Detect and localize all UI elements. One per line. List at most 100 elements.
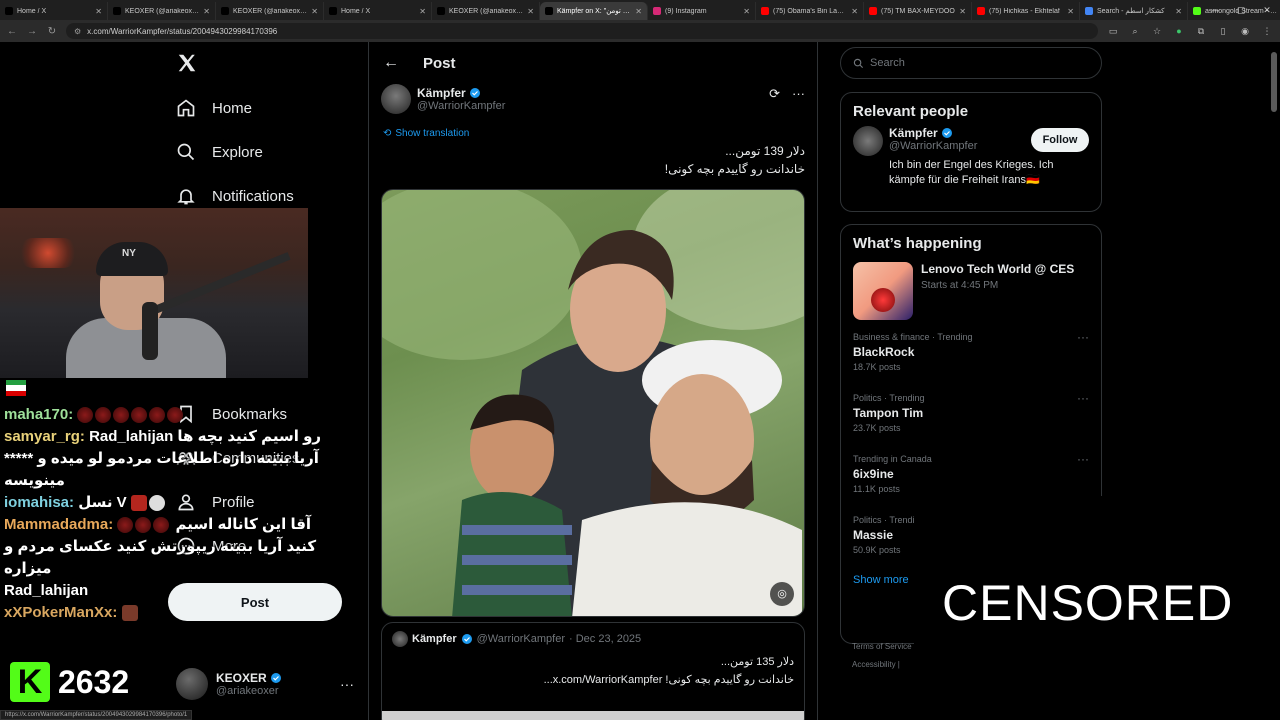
- follow-button[interactable]: Follow: [1031, 128, 1089, 152]
- sidebar-icon[interactable]: ▯: [1216, 26, 1230, 37]
- back-nav-icon[interactable]: ←: [6, 26, 18, 37]
- browser-tab-title: Home / X: [341, 7, 371, 15]
- trend-more-icon[interactable]: ···: [1077, 452, 1089, 466]
- whats-happening-title: What’s happening: [853, 235, 982, 252]
- browser-tab[interactable]: Home / X ✕: [0, 2, 108, 20]
- quote-author-name: Kämpfer: [412, 633, 457, 645]
- forward-nav-icon[interactable]: →: [26, 26, 38, 37]
- featured-event[interactable]: Lenovo Tech World @ CES Starts at 4:45 P…: [841, 258, 1101, 330]
- quoted-post[interactable]: Kämpfer @WarriorKampfer · Dec 23, 2025 د…: [381, 622, 805, 720]
- account-more-icon[interactable]: ···: [340, 676, 354, 692]
- browser-tab[interactable]: KEOXER (@ariakeoxer) / X✕: [432, 2, 540, 20]
- browser-tab[interactable]: Home / X ✕: [324, 2, 432, 20]
- browser-tab[interactable]: Kämpfer on X: "دلار ۱۳۹ تومن..." ✕: [540, 2, 648, 20]
- minimize-button[interactable]: —: [1202, 0, 1228, 20]
- close-tab-icon[interactable]: ✕: [851, 7, 858, 16]
- author-avatar[interactable]: [381, 84, 411, 114]
- search-icon: [177, 143, 195, 161]
- trend-name: 6ix9ine: [853, 467, 894, 481]
- close-tab-icon[interactable]: ✕: [1175, 7, 1182, 16]
- browser-tab[interactable]: (75) TM BAX-MEYDOO ✕: [864, 2, 972, 20]
- browser-tab[interactable]: KEOXER (@ariakeoxer) / X✕: [108, 2, 216, 20]
- browser-tab[interactable]: (75) Obama's Bin Laden ✕: [756, 2, 864, 20]
- trend-more-icon[interactable]: ···: [1077, 330, 1089, 344]
- page-scrollbar[interactable]: [1270, 42, 1278, 716]
- bookmark-star-icon[interactable]: ☆: [1150, 26, 1164, 37]
- close-tab-icon[interactable]: ✕: [527, 7, 534, 16]
- browser-tab-title: (75) TM BAX-MEYDOO: [881, 7, 955, 15]
- post-author[interactable]: Kämpfer @WarriorKampfer: [381, 84, 505, 114]
- close-tab-icon[interactable]: ✕: [95, 7, 102, 16]
- verified-badge-icon: [469, 88, 480, 98]
- trend-more-icon[interactable]: ···: [1077, 391, 1089, 405]
- person-name[interactable]: Kämpfer: [889, 126, 938, 140]
- scrollbar-thumb[interactable]: [1271, 52, 1277, 112]
- extensions-puzzle-icon[interactable]: ⧉: [1194, 26, 1208, 37]
- author-name[interactable]: Kämpfer: [417, 86, 466, 100]
- close-tab-icon[interactable]: ✕: [743, 7, 750, 16]
- browser-tab[interactable]: Search - کشکار اسطم ✕: [1080, 2, 1188, 20]
- browser-menu-icon[interactable]: ⋮: [1260, 26, 1274, 37]
- browser-tab[interactable]: (9) Instagram ✕: [648, 2, 756, 20]
- yt-favicon-icon: [761, 7, 769, 15]
- close-tab-icon[interactable]: ✕: [635, 7, 642, 16]
- chat-text: نسل V: [78, 494, 127, 511]
- chat-message: maha170:: [4, 404, 344, 426]
- person-avatar[interactable]: [853, 126, 883, 156]
- translate-icon: ⟲: [383, 128, 392, 139]
- close-window-button[interactable]: ✕: [1254, 0, 1280, 20]
- show-translation-link[interactable]: ⟲ Show translation: [383, 128, 469, 139]
- browser-tab-title: Kämpfer on X: "دلار ۱۳۹ تومن...": [557, 8, 631, 15]
- post-photo[interactable]: ◎: [381, 189, 805, 617]
- x-logo-icon[interactable]: [176, 52, 198, 74]
- account-avatar: [176, 668, 208, 700]
- quote-avatar: [392, 631, 408, 647]
- site-info-icon[interactable]: ⚙: [74, 27, 81, 36]
- cast-icon[interactable]: ▭: [1106, 26, 1120, 37]
- zoom-icon[interactable]: ⌕: [1128, 26, 1142, 37]
- reload-icon[interactable]: ↻: [46, 26, 58, 37]
- account-switcher[interactable]: KEOXER @ariakeoxer: [176, 668, 282, 700]
- post-more-icon[interactable]: ···: [792, 86, 805, 102]
- microphone-icon: [142, 302, 158, 360]
- close-tab-icon[interactable]: ✕: [959, 7, 966, 16]
- censored-overlay: CENSORED: [914, 496, 1280, 712]
- nav-explore[interactable]: Explore: [176, 142, 263, 162]
- search-input[interactable]: Search: [840, 47, 1102, 79]
- relevant-people-title: Relevant people: [853, 103, 969, 120]
- maximize-button[interactable]: ▢: [1228, 0, 1254, 20]
- quote-text-line: خاندانت رو گاییدم بچه کونی! x.com/Warrio…: [543, 674, 794, 686]
- grok-icon[interactable]: ⟳: [769, 86, 780, 102]
- nav-notifications-label: Notifications: [212, 187, 294, 205]
- terms-link[interactable]: Terms of Service: [852, 638, 912, 656]
- address-toolbar: ← → ↻ ⚙ x.com/WarriorKampfer/status/2004…: [0, 20, 1280, 42]
- back-arrow-icon[interactable]: ←: [383, 54, 399, 72]
- chat-message: Mammadadma: آقا این کاناله اسیم کنید آری…: [4, 514, 344, 580]
- verified-badge-icon: [941, 128, 952, 138]
- nav-home[interactable]: Home: [176, 98, 252, 118]
- trend-item[interactable]: Business & finance · Trending BlackRock …: [841, 330, 1101, 391]
- chat-username: samyar_rg:: [4, 428, 85, 445]
- close-tab-icon[interactable]: ✕: [1067, 7, 1074, 16]
- image-alt-icon[interactable]: ◎: [770, 582, 794, 606]
- quote-text-line: دلار 135 تومن...: [720, 656, 794, 668]
- relevant-person[interactable]: Kämpfer @WarriorKampfer Ich bin der Enge…: [841, 126, 1101, 188]
- nav-notifications[interactable]: Notifications: [176, 186, 294, 206]
- chat-username: iomahisa:: [4, 494, 75, 511]
- profile-avatar-icon[interactable]: ◉: [1238, 26, 1252, 37]
- close-tab-icon[interactable]: ✕: [419, 7, 426, 16]
- nav-explore-label: Explore: [212, 143, 263, 161]
- trend-count: 11.1K posts: [853, 484, 900, 494]
- address-bar[interactable]: ⚙ x.com/WarriorKampfer/status/2004943029…: [66, 23, 1098, 39]
- accessibility-link[interactable]: Accessibility |: [852, 656, 912, 674]
- trend-item[interactable]: Politics · Trending Tampon Tim 23.7K pos…: [841, 391, 1101, 452]
- extension-icon[interactable]: ●: [1172, 26, 1186, 36]
- viewer-count: 2632: [58, 663, 130, 700]
- account-name: KEOXER: [216, 671, 267, 685]
- close-tab-icon[interactable]: ✕: [203, 7, 210, 16]
- close-tab-icon[interactable]: ✕: [311, 7, 318, 16]
- ig-favicon-icon: [653, 7, 661, 15]
- browser-tab[interactable]: (75) Hichkas - Ekhtelaf ✕: [972, 2, 1080, 20]
- browser-tab[interactable]: KEOXER (@ariakeoxer) / X✕: [216, 2, 324, 20]
- bell-icon: [177, 189, 195, 205]
